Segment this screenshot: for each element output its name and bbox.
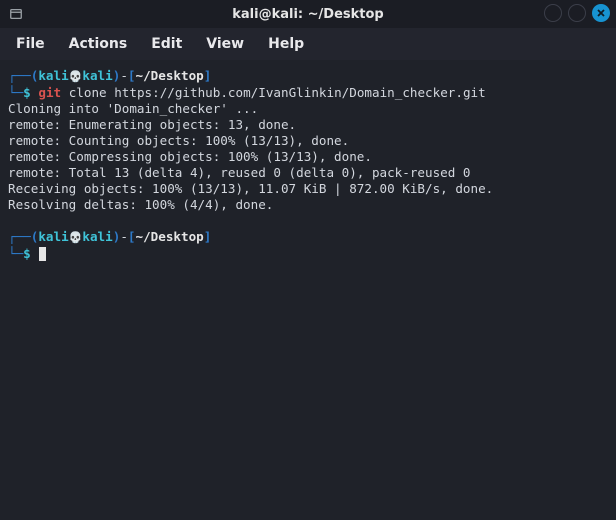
text-cursor bbox=[39, 247, 46, 261]
command-program: git bbox=[38, 85, 61, 100]
prompt-line-2: ┌──(kali💀kali)-[~/Desktop] bbox=[8, 229, 608, 246]
prompt-rbracket: ] bbox=[204, 68, 212, 83]
prompt-cwd: ~/Desktop bbox=[136, 229, 204, 244]
prompt-branch-tl: ┌── bbox=[8, 229, 31, 244]
menu-actions[interactable]: Actions bbox=[59, 32, 138, 56]
prompt-rbracket: ] bbox=[204, 229, 212, 244]
output-line: remote: Enumerating objects: 13, done. bbox=[8, 117, 608, 133]
prompt-cwd: ~/Desktop bbox=[136, 68, 204, 83]
terminal-window: kali@kali: ~/Desktop File Actions Edit V… bbox=[0, 0, 616, 520]
menu-view[interactable]: View bbox=[196, 32, 254, 56]
output-line: Resolving deltas: 100% (4/4), done. bbox=[8, 197, 608, 213]
prompt-branch-tl: ┌── bbox=[8, 68, 31, 83]
command-args: clone https://github.com/IvanGlinkin/Dom… bbox=[69, 85, 486, 100]
prompt-dash: - bbox=[120, 229, 128, 244]
prompt-dollar: $ bbox=[23, 85, 31, 100]
menu-edit[interactable]: Edit bbox=[141, 32, 192, 56]
prompt-dollar: $ bbox=[23, 246, 31, 261]
command-line: └─$ git clone https://github.com/IvanGli… bbox=[8, 85, 608, 101]
window-title: kali@kali: ~/Desktop bbox=[0, 7, 616, 22]
skull-icon: 💀 bbox=[69, 231, 83, 244]
output-line: remote: Compressing objects: 100% (13/13… bbox=[8, 149, 608, 165]
output-line: remote: Counting objects: 100% (13/13), … bbox=[8, 133, 608, 149]
minimize-button[interactable] bbox=[544, 4, 562, 22]
prompt-line-1: ┌──(kali💀kali)-[~/Desktop] bbox=[8, 68, 608, 85]
prompt-lbracket: [ bbox=[128, 68, 136, 83]
output-line: Cloning into 'Domain_checker' ... bbox=[8, 101, 608, 117]
app-menu-icon[interactable] bbox=[6, 7, 26, 21]
output-line: Receiving objects: 100% (13/13), 11.07 K… bbox=[8, 181, 608, 197]
close-button[interactable] bbox=[592, 4, 610, 22]
prompt-user: kali bbox=[38, 229, 68, 244]
prompt-dash: - bbox=[120, 68, 128, 83]
prompt-host: kali bbox=[82, 68, 112, 83]
menu-file[interactable]: File bbox=[6, 32, 55, 56]
prompt-branch-bl: └─ bbox=[8, 246, 23, 261]
prompt-host: kali bbox=[82, 229, 112, 244]
prompt-branch-bl: └─ bbox=[8, 85, 23, 100]
maximize-button[interactable] bbox=[568, 4, 586, 22]
terminal-output[interactable]: ┌──(kali💀kali)-[~/Desktop]└─$ git clone … bbox=[0, 60, 616, 520]
input-line: └─$ bbox=[8, 246, 608, 262]
menu-help[interactable]: Help bbox=[258, 32, 314, 56]
menubar: File Actions Edit View Help bbox=[0, 28, 616, 60]
titlebar[interactable]: kali@kali: ~/Desktop bbox=[0, 0, 616, 28]
prompt-user: kali bbox=[38, 68, 68, 83]
prompt-lbracket: [ bbox=[128, 229, 136, 244]
output-line: remote: Total 13 (delta 4), reused 0 (de… bbox=[8, 165, 608, 181]
window-controls bbox=[544, 4, 610, 22]
skull-icon: 💀 bbox=[69, 70, 83, 83]
